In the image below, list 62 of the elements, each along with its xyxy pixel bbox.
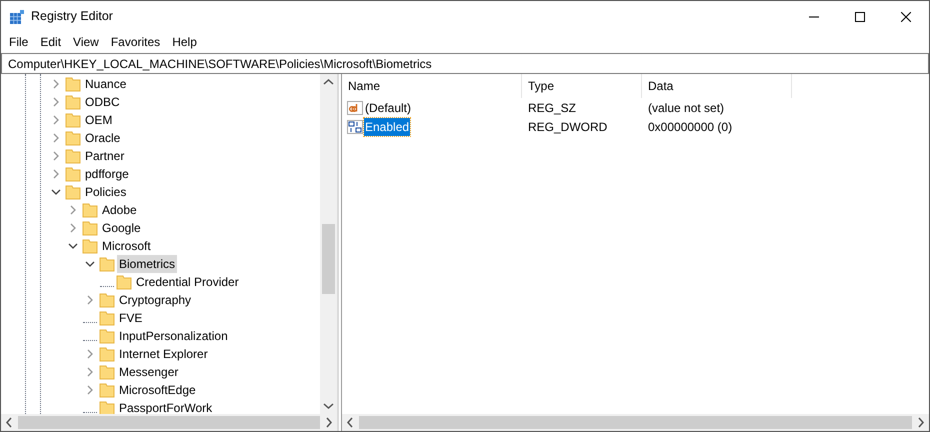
folder-icon	[99, 346, 115, 362]
folder-icon	[65, 76, 81, 92]
vertical-scrollbar[interactable]	[320, 74, 337, 414]
app-icon	[9, 8, 25, 24]
folder-icon	[65, 94, 81, 110]
tree-item[interactable]: Credential Provider	[134, 273, 241, 291]
tree-item[interactable]: Cryptography	[117, 291, 194, 309]
folder-icon	[65, 130, 81, 146]
value-data: 0x00000000 (0)	[647, 118, 734, 136]
tree-item[interactable]: pdfforge	[83, 165, 131, 183]
column-header[interactable]: Data	[642, 74, 792, 98]
value-name[interactable]: Enabled	[364, 118, 410, 136]
folder-icon	[99, 292, 115, 308]
maximize-icon	[855, 12, 865, 22]
value-name[interactable]: (Default)	[364, 98, 412, 116]
folder-icon	[99, 328, 115, 344]
tree-item[interactable]: Oracle	[83, 129, 122, 147]
menu-item[interactable]: Help	[166, 32, 203, 50]
horizontal-scrollbar[interactable]	[1, 414, 337, 431]
value-type: REG_SZ	[527, 100, 578, 116]
tree-item[interactable]: Microsoft	[100, 237, 153, 255]
folder-icon	[65, 184, 81, 200]
tree-item[interactable]: Google	[100, 219, 143, 237]
folder-icon	[82, 238, 98, 254]
tree-item[interactable]: InputPersonalization	[117, 327, 230, 345]
folder-icon	[65, 166, 81, 182]
tree-item[interactable]: FVE	[117, 309, 144, 327]
tree-item[interactable]: Adobe	[100, 201, 139, 219]
tree-item[interactable]: Internet Explorer	[117, 345, 210, 363]
window-title: Registry Editor	[31, 8, 113, 26]
horizontal-scrollbar[interactable]	[342, 414, 929, 431]
menu-item[interactable]: View	[67, 32, 105, 50]
folder-icon	[99, 364, 115, 380]
scrollbar-thumb[interactable]	[18, 416, 320, 429]
string-value-icon	[347, 100, 363, 116]
tree-item[interactable]: MicrosoftEdge	[117, 381, 198, 399]
address-bar[interactable]: Computer\HKEY_LOCAL_MACHINE\SOFTWARE\Policies\Microsoft\Biometrics	[1, 53, 929, 74]
tree-item[interactable]: Policies	[83, 183, 128, 201]
folder-icon	[65, 148, 81, 164]
tree-item[interactable]: ODBC	[83, 93, 122, 111]
close-icon	[901, 12, 911, 22]
folder-icon	[82, 202, 98, 218]
folder-icon	[99, 382, 115, 398]
folder-icon	[99, 256, 115, 272]
value-data: (value not set)	[647, 100, 726, 116]
tree-item[interactable]: Messenger	[117, 363, 180, 381]
folder-icon	[99, 310, 115, 326]
tree-item[interactable]: Biometrics	[117, 255, 178, 273]
menu-item[interactable]: File	[3, 32, 34, 50]
tree-item[interactable]: Partner	[83, 147, 126, 165]
menu-item[interactable]: Favorites	[104, 32, 166, 50]
menu-item[interactable]: Edit	[34, 32, 68, 50]
scrollbar-thumb[interactable]	[322, 224, 335, 294]
value-type: REG_DWORD	[527, 118, 608, 136]
folder-icon	[82, 220, 98, 236]
scrollbar-thumb[interactable]	[359, 416, 912, 429]
tree-item[interactable]: OEM	[83, 111, 114, 129]
column-header[interactable]: Type	[522, 74, 642, 98]
tree-item[interactable]: Nuance	[83, 75, 128, 93]
folder-icon	[65, 112, 81, 128]
column-header[interactable]: Name	[342, 74, 522, 98]
binary-value-icon	[347, 118, 363, 134]
